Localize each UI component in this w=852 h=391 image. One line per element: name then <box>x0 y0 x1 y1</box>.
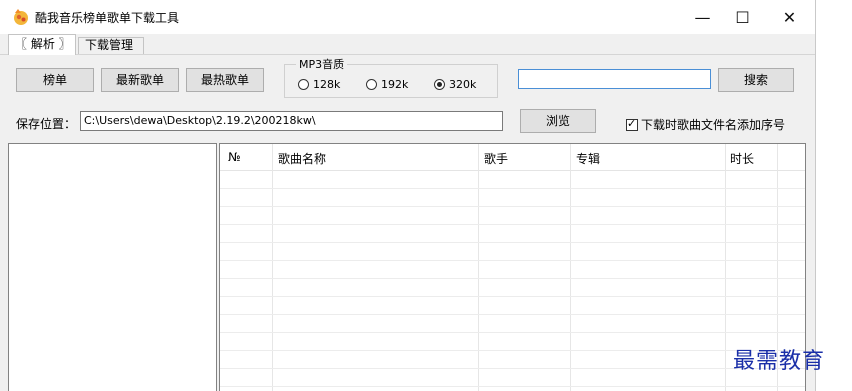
row-divider <box>220 350 805 351</box>
column-divider <box>272 144 273 391</box>
quality-option-label: 320k <box>449 78 477 91</box>
maximize-icon: ☐ <box>735 7 750 27</box>
tab-parse[interactable]: 〖 解析 〗 <box>8 34 76 55</box>
quality-option-label: 192k <box>381 78 409 91</box>
row-divider <box>220 188 805 189</box>
close-icon: ✕ <box>782 7 797 27</box>
search-input[interactable] <box>518 69 711 89</box>
row-divider <box>220 332 805 333</box>
app-logo-icon <box>14 9 28 25</box>
quality-radio-128k[interactable]: 128k <box>298 78 340 91</box>
row-divider <box>220 260 805 261</box>
window-title: 酷我音乐榜单歌单下载工具 <box>35 11 180 25</box>
app-window: 酷我音乐榜单歌单下载工具 — ☐ ✕ 〖 解析 〗 下载管理 榜单 最新歌单 最… <box>0 0 816 391</box>
tab-strip: 〖 解析 〗 下载管理 <box>0 34 815 55</box>
radio-icon <box>366 79 377 90</box>
column-divider <box>725 144 726 391</box>
column-divider <box>478 144 479 391</box>
newest-playlist-button[interactable]: 最新歌单 <box>101 68 179 92</box>
checkbox-label: 下载时歌曲文件名添加序号 <box>641 118 786 132</box>
row-divider <box>220 296 805 297</box>
column-header-song-name[interactable]: 歌曲名称 <box>278 150 326 167</box>
close-button[interactable]: ✕ <box>767 0 812 34</box>
watermark-text: 最需教育 <box>733 349 826 374</box>
row-divider <box>220 278 805 279</box>
table-header: № 歌曲名称 歌手 专辑 时长 <box>220 144 805 171</box>
title-bar: 酷我音乐榜单歌单下载工具 — ☐ ✕ <box>0 0 815 34</box>
tab-download-manager[interactable]: 下载管理 <box>78 37 144 54</box>
column-header-album[interactable]: 专辑 <box>576 150 600 167</box>
save-path-field[interactable]: C:\Users\dewa\Desktop\2.19.2\200218kw\ <box>80 111 503 131</box>
song-table[interactable]: № 歌曲名称 歌手 专辑 时长 <box>219 143 806 391</box>
row-divider <box>220 242 805 243</box>
row-divider <box>220 206 805 207</box>
quality-option-label: 128k <box>313 78 341 91</box>
playlist-list[interactable] <box>8 143 217 391</box>
search-button[interactable]: 搜索 <box>718 68 794 92</box>
add-sequence-checkbox[interactable]: ✓ 下载时歌曲文件名添加序号 <box>626 116 785 133</box>
radio-selected-icon <box>434 79 445 90</box>
column-header-singer[interactable]: 歌手 <box>484 150 508 167</box>
column-header-duration[interactable]: 时长 <box>730 150 754 167</box>
column-header-number[interactable]: № <box>228 150 240 164</box>
checkbox-checked-icon: ✓ <box>626 116 638 131</box>
minimize-icon: — <box>694 7 711 27</box>
radio-icon <box>298 79 309 90</box>
row-divider <box>220 368 805 369</box>
quality-legend: MP3音质 <box>296 56 348 72</box>
row-divider <box>220 386 805 387</box>
browse-button[interactable]: 浏览 <box>520 109 596 133</box>
maximize-button[interactable]: ☐ <box>720 0 765 34</box>
row-divider <box>220 314 805 315</box>
quality-radio-320k[interactable]: 320k <box>434 78 476 91</box>
minimize-button[interactable]: — <box>680 0 725 34</box>
row-divider <box>220 224 805 225</box>
hottest-playlist-button[interactable]: 最热歌单 <box>186 68 264 92</box>
save-location-label: 保存位置： <box>16 117 77 131</box>
chart-button[interactable]: 榜单 <box>16 68 94 92</box>
column-divider <box>570 144 571 391</box>
quality-radio-192k[interactable]: 192k <box>366 78 408 91</box>
